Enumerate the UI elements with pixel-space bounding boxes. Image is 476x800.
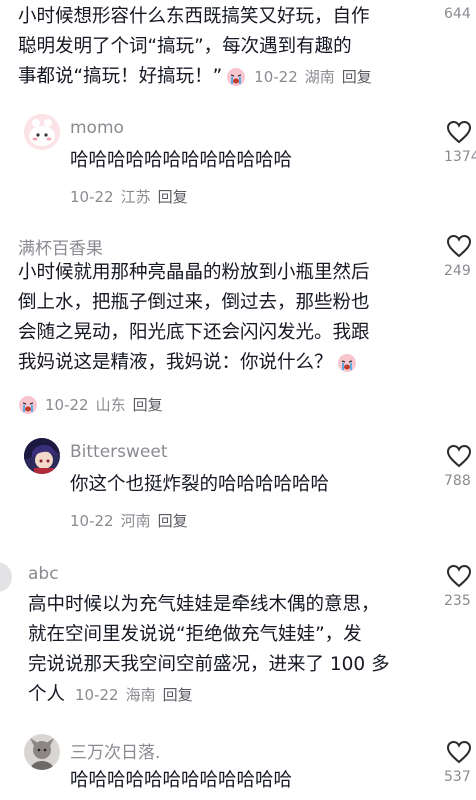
reply-button[interactable]: 回复	[133, 394, 163, 415]
comment-text: 高中时候以为充气娃娃是牵线木偶的意思， 就在空间里发说说“拒绝做充气娃娃”，发 …	[28, 590, 438, 710]
reply-button[interactable]: 回复	[163, 686, 193, 704]
heart-outline-icon	[446, 444, 472, 468]
comment-date: 10-22	[70, 187, 114, 206]
avatar[interactable]	[24, 438, 60, 474]
like-count: 788	[444, 473, 471, 489]
comment-date: 10-22	[254, 68, 298, 86]
crying-face-emoji-icon	[226, 67, 246, 87]
crying-face-emoji-icon	[18, 395, 38, 415]
comment-date: 10-22	[70, 511, 114, 530]
avatar[interactable]	[24, 734, 60, 770]
comment-text-line: 小时候就用那种亮晶晶的粉放到小瓶里然后	[18, 262, 370, 283]
comment-text-line: 事都说“搞玩！好搞玩！”	[18, 66, 223, 87]
username[interactable]: abc	[28, 564, 59, 584]
comment-text: 哈哈哈哈哈哈哈哈哈哈哈哈	[70, 766, 430, 796]
heart-outline-icon	[446, 740, 472, 764]
username[interactable]: 满杯百香果	[18, 234, 103, 259]
like-button[interactable]: 235	[442, 564, 476, 609]
comment-date: 10-22	[75, 686, 119, 704]
comment-text-line: 就在空间里发说说“拒绝做充气娃娃”，发	[28, 624, 362, 645]
comment-text-line: 完说说那天我空间空前盛况，进来了 100 多	[28, 654, 390, 675]
avatar[interactable]	[0, 562, 12, 592]
comment-location: 湖南	[304, 68, 335, 86]
username[interactable]: momo	[70, 118, 124, 138]
like-button[interactable]: 788	[442, 444, 476, 489]
comment-text: 小时候想形容什么东西既搞笑又好玩，自作 聪明发明了个词“搞玩”，每次遇到有趣的 …	[18, 2, 438, 92]
comment-text-line: 哈哈哈哈哈哈哈哈哈哈哈哈	[70, 150, 293, 171]
like-count: 537	[444, 769, 471, 785]
comment-text: 小时候就用那种亮晶晶的粉放到小瓶里然后 倒上水，把瓶子倒过来，倒过去，那些粉也 …	[18, 258, 438, 378]
reply-button[interactable]: 回复	[158, 510, 188, 531]
comment-text-line: 哈哈哈哈哈哈哈哈哈哈哈哈	[70, 770, 293, 791]
comment-location: 江苏	[120, 188, 151, 206]
like-count: 1374	[444, 149, 476, 165]
like-button[interactable]: 537	[442, 740, 476, 785]
like-button[interactable]: 644	[442, 6, 476, 22]
comment-text-line: 高中时候以为充气娃娃是牵线木偶的意思，	[28, 594, 380, 615]
heart-outline-icon	[446, 120, 472, 144]
reply-button[interactable]: 回复	[158, 186, 188, 207]
reply-button[interactable]: 回复	[342, 68, 372, 86]
comment-location: 山东	[95, 396, 126, 414]
heart-outline-icon	[446, 234, 472, 258]
comment-location: 河南	[120, 512, 151, 530]
like-count: 644	[444, 6, 471, 22]
comment-text: 你这个也挺炸裂的哈哈哈哈哈哈	[70, 470, 430, 500]
comment-text-line: 倒上水，把瓶子倒过来，倒过去，那些粉也	[18, 292, 370, 313]
comment-text-line: 聪明发明了个词“搞玩”，每次遇到有趣的	[18, 36, 352, 57]
username[interactable]: 三万次日落.	[70, 738, 160, 763]
like-button[interactable]: 1374	[442, 120, 476, 165]
comment-text: 哈哈哈哈哈哈哈哈哈哈哈哈	[70, 146, 430, 176]
username[interactable]: Bittersweet	[70, 442, 168, 462]
comment-location: 海南	[125, 686, 156, 704]
avatar[interactable]	[24, 114, 60, 150]
comment-text-line: 小时候想形容什么东西既搞笑又好玩，自作	[18, 6, 370, 27]
heart-outline-icon	[446, 564, 472, 588]
comment-date: 10-22	[45, 395, 89, 414]
comment-text-line: 会随之晃动，阳光底下还会闪闪发光。我跟	[18, 322, 370, 343]
comment-text-line: 你这个也挺炸裂的哈哈哈哈哈哈	[70, 474, 330, 495]
like-count: 235	[444, 593, 471, 609]
comment-text-line: 我妈说这是精液，我妈说：你说什么？	[18, 352, 333, 373]
like-button[interactable]: 249	[442, 234, 476, 279]
comment-text-line: 个人	[28, 684, 66, 705]
like-count: 249	[444, 263, 471, 279]
crying-face-emoji-icon	[337, 353, 357, 373]
